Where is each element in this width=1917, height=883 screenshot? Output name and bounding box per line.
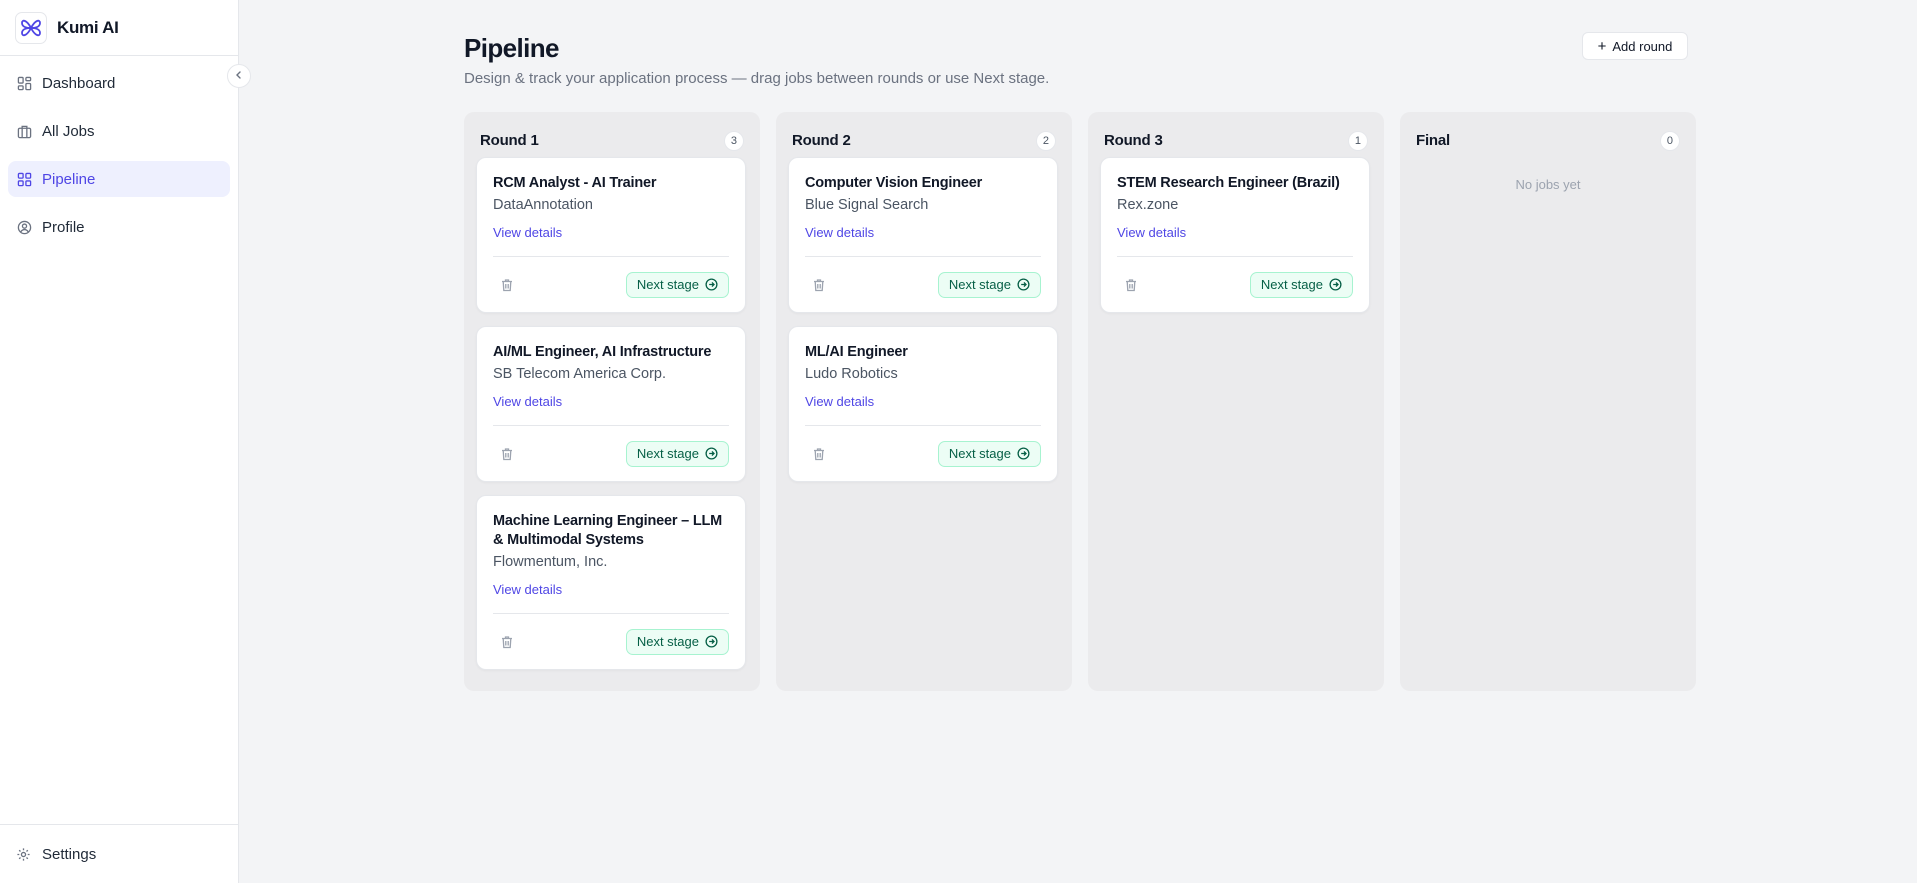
- chevron-left-icon: [234, 67, 244, 85]
- arrow-circle-right-icon: [1329, 278, 1342, 291]
- view-details-link[interactable]: View details: [493, 225, 562, 240]
- column-header: Round 3 1: [1100, 112, 1372, 157]
- job-title: STEM Research Engineer (Brazil): [1117, 175, 1340, 191]
- sidebar: Kumi AI Dashboard All Jobs Pipeline Prof…: [0, 0, 239, 883]
- column-count-badge: 0: [1659, 130, 1680, 151]
- job-company: Flowmentum, Inc.: [493, 554, 608, 570]
- trash-icon[interactable]: [805, 271, 833, 299]
- card-footer: Next stage: [1117, 256, 1353, 312]
- page-title: Pipeline: [464, 33, 560, 63]
- sidebar-item-label: Pipeline: [42, 170, 96, 188]
- job-title: AI/ML Engineer, AI Infrastructure: [493, 344, 712, 360]
- trash-icon[interactable]: [805, 440, 833, 468]
- sidebar-nav: Dashboard All Jobs Pipeline Profile: [0, 56, 238, 245]
- grid-icon: [16, 171, 32, 187]
- view-details-link[interactable]: View details: [493, 394, 562, 409]
- card-footer: Next stage: [805, 425, 1041, 481]
- column-title: Final: [1416, 132, 1451, 149]
- next-stage-button[interactable]: Next stage: [937, 440, 1041, 467]
- column-header: Final 0: [1412, 112, 1684, 157]
- page-subtitle: Design & track your application process …: [464, 70, 1050, 87]
- add-round-label: Add round: [1612, 38, 1673, 54]
- column-header: Round 2 2: [788, 112, 1060, 157]
- job-card[interactable]: Computer Vision Engineer Blue Signal Sea…: [788, 157, 1058, 313]
- next-stage-label: Next stage: [1260, 277, 1323, 292]
- trash-icon[interactable]: [1117, 271, 1145, 299]
- sidebar-item-all-jobs[interactable]: All Jobs: [8, 113, 230, 149]
- view-details-link[interactable]: View details: [1117, 225, 1186, 240]
- job-company: Ludo Robotics: [805, 366, 898, 382]
- arrow-circle-right-icon: [705, 635, 718, 648]
- job-card[interactable]: STEM Research Engineer (Brazil) Rex.zone…: [1100, 157, 1370, 313]
- dashboard-icon: [16, 75, 32, 91]
- view-details-link[interactable]: View details: [805, 394, 874, 409]
- next-stage-label: Next stage: [948, 446, 1011, 461]
- job-title: Computer Vision Engineer: [805, 175, 983, 191]
- next-stage-button[interactable]: Next stage: [1249, 271, 1353, 298]
- next-stage-button[interactable]: Next stage: [625, 628, 729, 655]
- column-title: Round 3: [1104, 132, 1163, 149]
- sidebar-item-label: Settings: [42, 845, 97, 863]
- arrow-circle-right-icon: [1017, 278, 1030, 291]
- next-stage-label: Next stage: [636, 277, 699, 292]
- column-count-badge: 2: [1035, 130, 1056, 151]
- view-details-link[interactable]: View details: [493, 582, 562, 597]
- sidebar-item-profile[interactable]: Profile: [8, 209, 230, 245]
- sidebar-item-pipeline[interactable]: Pipeline: [8, 161, 230, 197]
- job-title: Machine Learning Engineer – LLM & Multim…: [493, 513, 723, 548]
- add-round-button[interactable]: + Add round: [1582, 32, 1688, 60]
- job-card[interactable]: ML/AI Engineer Ludo Robotics View detail…: [788, 326, 1058, 482]
- trash-icon[interactable]: [493, 628, 521, 656]
- column-round-2: Round 2 2 Computer Vision Engineer Blue …: [776, 112, 1072, 691]
- job-title: RCM Analyst - AI Trainer: [493, 175, 657, 191]
- job-company: SB Telecom America Corp.: [493, 366, 666, 382]
- job-card[interactable]: Machine Learning Engineer – LLM & Multim…: [476, 495, 746, 670]
- view-details-link[interactable]: View details: [805, 225, 874, 240]
- sidebar-item-label: Dashboard: [42, 74, 116, 92]
- trash-icon[interactable]: [493, 271, 521, 299]
- plus-icon: +: [1597, 37, 1607, 55]
- next-stage-button[interactable]: Next stage: [937, 271, 1041, 298]
- brand-name: Kumi AI: [57, 17, 119, 37]
- sidebar-item-label: All Jobs: [42, 122, 95, 140]
- column-final: Final 0 No jobs yet: [1400, 112, 1696, 691]
- arrow-circle-right-icon: [705, 278, 718, 291]
- collapse-sidebar-button[interactable]: [227, 64, 251, 88]
- job-card[interactable]: RCM Analyst - AI Trainer DataAnnotation …: [476, 157, 746, 313]
- next-stage-button[interactable]: Next stage: [625, 440, 729, 467]
- gear-icon: [16, 846, 32, 862]
- column-header: Round 1 3: [476, 112, 748, 157]
- card-footer: Next stage: [493, 425, 729, 481]
- column-title: Round 2: [792, 132, 851, 149]
- job-title: ML/AI Engineer: [805, 344, 908, 360]
- column-round-3: Round 3 1 STEM Research Engineer (Brazil…: [1088, 112, 1384, 691]
- job-company: Rex.zone: [1117, 197, 1179, 213]
- kumi-logo-icon: [15, 11, 47, 44]
- trash-icon[interactable]: [493, 440, 521, 468]
- sidebar-item-label: Profile: [42, 218, 85, 236]
- arrow-circle-right-icon: [705, 447, 718, 460]
- column-title: Round 1: [480, 132, 539, 149]
- next-stage-button[interactable]: Next stage: [625, 271, 729, 298]
- card-footer: Next stage: [493, 613, 729, 669]
- next-stage-label: Next stage: [948, 277, 1011, 292]
- arrow-circle-right-icon: [1017, 447, 1030, 460]
- empty-state: No jobs yet: [1515, 177, 1581, 192]
- user-circle-icon: [16, 219, 32, 235]
- briefcase-icon: [16, 123, 32, 139]
- pipeline-board: Round 1 3 RCM Analyst - AI Trainer DataA…: [464, 112, 1696, 691]
- job-card[interactable]: AI/ML Engineer, AI Infrastructure SB Tel…: [476, 326, 746, 482]
- sidebar-item-dashboard[interactable]: Dashboard: [8, 65, 230, 101]
- sidebar-item-settings[interactable]: Settings: [0, 824, 238, 883]
- card-footer: Next stage: [805, 256, 1041, 312]
- column-round-1: Round 1 3 RCM Analyst - AI Trainer DataA…: [464, 112, 760, 691]
- job-company: Blue Signal Search: [805, 197, 929, 213]
- brand[interactable]: Kumi AI: [0, 0, 238, 56]
- job-company: DataAnnotation: [493, 197, 593, 213]
- next-stage-label: Next stage: [636, 634, 699, 649]
- column-count-badge: 3: [723, 130, 744, 151]
- column-count-badge: 1: [1347, 130, 1368, 151]
- next-stage-label: Next stage: [636, 446, 699, 461]
- card-footer: Next stage: [493, 256, 729, 312]
